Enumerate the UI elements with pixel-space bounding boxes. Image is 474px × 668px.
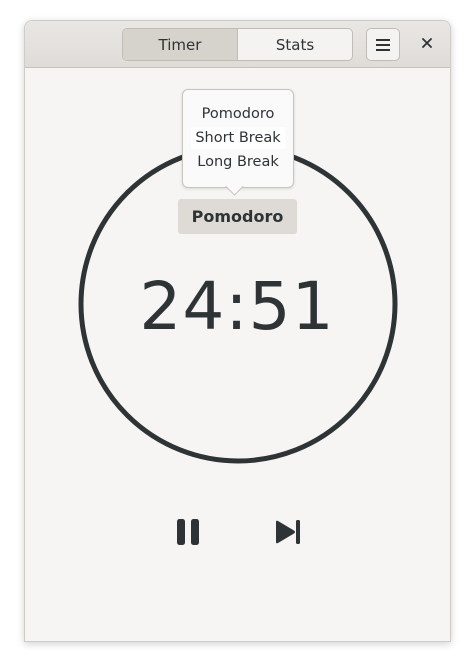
- popover-item-label: Long Break: [197, 154, 279, 170]
- mode-label: Pomodoro: [191, 207, 284, 226]
- popover-item-label: Short Break: [195, 130, 281, 146]
- popover-item-label: Pomodoro: [201, 106, 275, 122]
- popover-item-short-break[interactable]: Short Break: [191, 127, 285, 149]
- timer-display: 24:51: [139, 267, 335, 345]
- popover-item-long-break[interactable]: Long Break: [191, 151, 285, 173]
- mode-popover: Pomodoro Short Break Long Break: [182, 89, 294, 188]
- app-window: Timer Stats Pomodoro Short Break Long Br…: [24, 20, 451, 642]
- popover-item-pomodoro[interactable]: Pomodoro: [191, 103, 285, 125]
- mode-selector-button[interactable]: Pomodoro: [178, 199, 297, 234]
